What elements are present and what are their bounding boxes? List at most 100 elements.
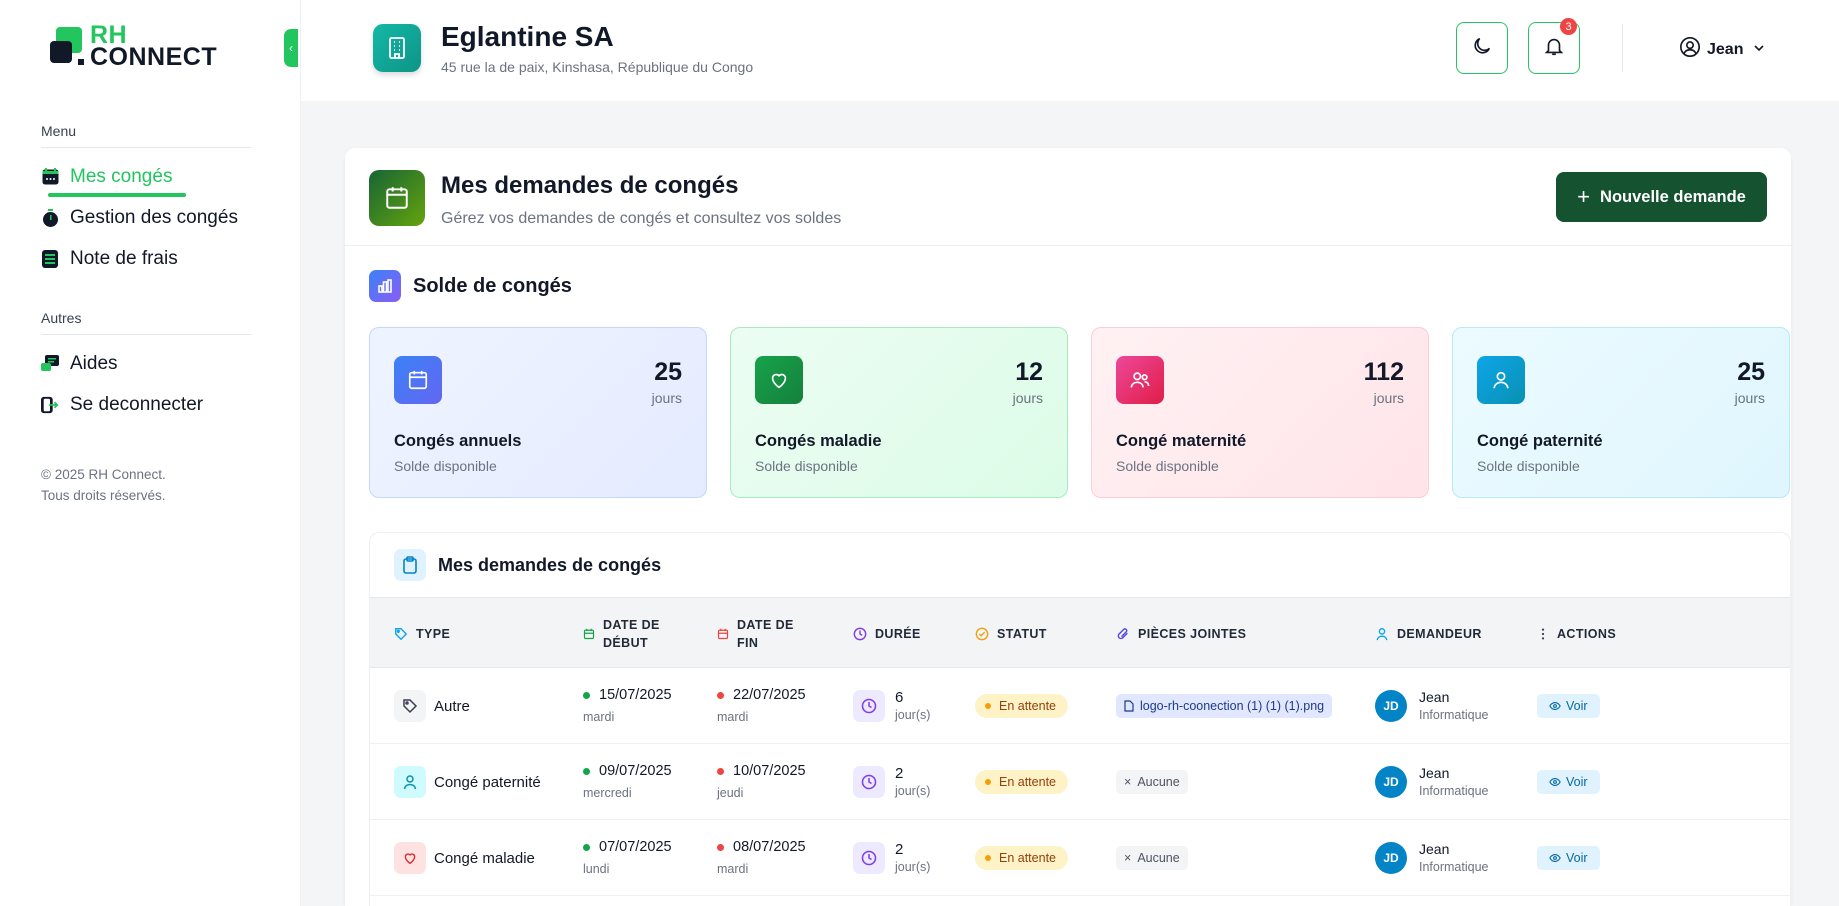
balance-subtitle: Solde disponible — [1477, 458, 1580, 474]
balance-card-annuels: 25 jours Congés annuels Solde disponible — [369, 327, 707, 498]
eye-icon — [1549, 777, 1561, 787]
column-header-duration[interactable]: Durée — [853, 598, 921, 669]
no-attachment-badge: × Aucune — [1116, 846, 1188, 870]
sidebar-item-se-deconnecter[interactable]: Se deconnecter — [41, 384, 251, 425]
balance-card-maladie: 12 jours Congés maladie Solde disponible — [730, 327, 1068, 498]
clipboard-icon — [394, 549, 426, 581]
duration-unit: jour(s) — [895, 708, 931, 722]
avatar: JD — [1375, 842, 1407, 874]
column-header-attachments[interactable]: Pièces jointes — [1116, 598, 1246, 669]
balance-card-maternite: 112 jours Congé maternité Solde disponib… — [1091, 327, 1429, 498]
requests-table-card: Mes demandes de congés Type Date de débu… — [369, 532, 1791, 906]
eye-icon — [1549, 701, 1561, 711]
autres-heading: Autres — [41, 310, 251, 335]
requester-department: Informatique — [1419, 784, 1489, 798]
balance-subtitle: Solde disponible — [394, 458, 497, 474]
balance-value: 25 — [654, 358, 682, 386]
balance-title: Congé maternité — [1116, 432, 1247, 450]
leave-type: Congé maladie — [434, 849, 535, 867]
requests-header: Mes demandes de congés — [370, 533, 1790, 597]
table-header: Type Date de début Date de fin Durée Sta… — [370, 597, 1790, 668]
balance-value: 112 — [1363, 358, 1404, 386]
view-button[interactable]: Voir — [1537, 846, 1600, 870]
sidebar-item-label: Mes congés — [70, 165, 173, 187]
duration-value: 2 — [895, 841, 904, 858]
sidebar-item-aides[interactable]: Aides — [41, 343, 251, 384]
plus-icon: + — [1577, 184, 1591, 209]
calendar-icon — [41, 168, 59, 186]
building-icon — [373, 24, 421, 72]
user-name: Jean — [1707, 40, 1744, 58]
status-badge: En attente — [975, 770, 1068, 794]
help-chat-icon — [41, 354, 59, 373]
rh-connect-logo[interactable]: RH CONNECT — [48, 23, 218, 71]
balance-subtitle: Solde disponible — [755, 458, 858, 474]
requester-name: Jean — [1419, 689, 1450, 705]
clock-icon — [853, 690, 885, 722]
table-row[interactable]: Congé paternité 09/07/2025 mercredi 10/0… — [370, 744, 1790, 820]
balance-card-paternite: 25 jours Congé paternité Solde disponibl… — [1452, 327, 1790, 498]
duration-value: 6 — [895, 689, 904, 706]
status-badge: En attente — [975, 846, 1068, 870]
sidebar-item-gestion-conges[interactable]: Gestion des congés — [41, 197, 251, 238]
leave-type: Autre — [434, 697, 470, 715]
heart-icon — [394, 842, 426, 874]
dark-mode-toggle[interactable] — [1456, 22, 1508, 74]
page-subtitle: Gérez vos demandes de congés et consulte… — [441, 210, 842, 227]
company-name: Eglantine SA — [441, 21, 614, 52]
attachment-link[interactable]: logo-rh-coonection (1) (1) (1).png — [1116, 694, 1333, 718]
status-badge: En attente — [975, 694, 1068, 718]
balance-section-header: Solde de congés — [369, 270, 572, 302]
column-header-type[interactable]: Type — [394, 598, 450, 669]
logo-text-connect: CONNECT — [90, 43, 218, 71]
column-header-actions[interactable]: Actions — [1537, 598, 1616, 669]
column-header-requester[interactable]: Demandeur — [1375, 598, 1482, 669]
sidebar-item-mes-conges[interactable]: Mes congés — [41, 156, 251, 197]
column-header-end-date[interactable]: Date de fin — [717, 598, 807, 669]
clock-icon — [853, 627, 867, 641]
x-icon: × — [1124, 775, 1132, 789]
start-date: 09/07/2025 — [599, 763, 672, 779]
top-header: Eglantine SA 45 rue la de paix, Kinshasa… — [301, 0, 1839, 101]
company-address: 45 rue la de paix, Kinshasa, République … — [441, 59, 754, 75]
calendar-icon — [394, 356, 442, 404]
user-icon — [394, 766, 426, 798]
table-row[interactable]: Autre 15/07/2025 mardi 22/07/2025 mardi … — [370, 668, 1790, 744]
balance-unit: jours — [651, 390, 682, 406]
no-attachment-badge: × Aucune — [1116, 770, 1188, 794]
calendar-icon — [369, 170, 425, 226]
view-button[interactable]: Voir — [1537, 694, 1600, 718]
requester-name: Jean — [1419, 841, 1450, 857]
leave-type: Congé paternité — [434, 773, 541, 791]
start-date: 07/07/2025 — [599, 839, 672, 855]
more-vertical-icon — [1537, 627, 1549, 641]
notifications-button[interactable]: 3 — [1528, 18, 1580, 74]
view-button[interactable]: Voir — [1537, 770, 1600, 794]
balance-unit: jours — [1012, 390, 1043, 406]
duration-unit: jour(s) — [895, 784, 931, 798]
calendar-icon — [583, 628, 595, 640]
clock-icon — [853, 766, 885, 798]
user-menu[interactable]: Jean — [1679, 36, 1765, 63]
table-row[interactable]: Congé maladie 07/07/2025 lundi 08/07/202… — [370, 820, 1790, 896]
start-day: lundi — [583, 862, 610, 876]
sidebar: RH CONNECT ‹ Menu Mes congés Gestion des… — [0, 0, 301, 906]
column-header-status[interactable]: Statut — [975, 598, 1047, 669]
new-request-button[interactable]: + Nouvelle demande — [1556, 172, 1767, 222]
sidebar-item-label: Se deconnecter — [70, 393, 204, 415]
receipt-icon — [41, 249, 59, 268]
collapse-sidebar-button[interactable]: ‹ — [284, 29, 298, 67]
chevron-left-icon: ‹ — [289, 41, 293, 55]
column-header-start-date[interactable]: Date de début — [583, 598, 678, 669]
start-day: mardi — [583, 710, 615, 724]
requester-department: Informatique — [1419, 708, 1489, 722]
sidebar-item-note-de-frais[interactable]: Note de frais — [41, 238, 251, 279]
logo-mark-icon — [48, 25, 86, 67]
balance-unit: jours — [1734, 390, 1765, 406]
tag-icon — [394, 627, 408, 641]
tag-icon — [394, 690, 426, 722]
end-day: mardi — [717, 710, 749, 724]
requester-department: Informatique — [1419, 860, 1489, 874]
start-date: 15/07/2025 — [599, 687, 672, 703]
moon-icon — [1471, 35, 1493, 62]
